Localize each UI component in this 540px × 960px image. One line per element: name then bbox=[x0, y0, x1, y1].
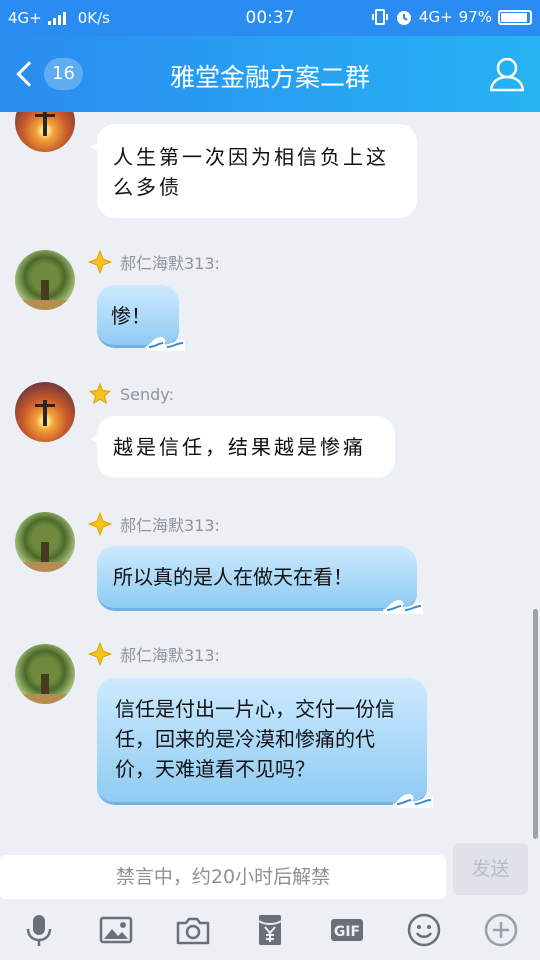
battery-icon bbox=[498, 9, 532, 25]
input-toolbar: GIF bbox=[0, 900, 540, 960]
sender-name: Sendy: bbox=[120, 384, 174, 404]
chat-scrollbar[interactable] bbox=[533, 609, 538, 839]
plus-circle-icon bbox=[485, 913, 518, 947]
avatar[interactable] bbox=[15, 250, 75, 310]
avatar[interactable] bbox=[15, 112, 75, 152]
avatar[interactable] bbox=[15, 644, 75, 704]
camera-button[interactable] bbox=[173, 910, 213, 950]
message-bubble[interactable]: 所以真的是人在做天在看！ bbox=[97, 546, 423, 614]
sender-name: 郝仁海默313: bbox=[120, 516, 220, 535]
image-icon bbox=[99, 916, 132, 944]
avatar[interactable] bbox=[15, 382, 75, 442]
message-input[interactable]: 禁言中，约20小时后解禁 bbox=[0, 855, 446, 899]
sender-row: 郝仁海默313: bbox=[88, 512, 220, 536]
more-button[interactable] bbox=[481, 910, 521, 950]
input-bar: 禁言中，约20小时后解禁 发送 bbox=[0, 843, 540, 900]
sender-name: 郝仁海默313: bbox=[120, 646, 220, 665]
vibrate-icon bbox=[371, 9, 388, 25]
avatar[interactable] bbox=[15, 512, 75, 572]
red-packet-button[interactable] bbox=[250, 910, 290, 950]
alarm-icon bbox=[396, 11, 411, 25]
gif-button[interactable]: GIF bbox=[327, 910, 367, 950]
wave-decoration-icon bbox=[383, 600, 423, 614]
smiley-icon bbox=[408, 913, 441, 947]
bubble-tail bbox=[90, 432, 106, 446]
member-star-icon bbox=[88, 250, 112, 274]
bubble-tail bbox=[90, 140, 106, 154]
message-bubble[interactable]: 信任是付出一片心，交付一份信任，回来的是冷漠和惨痛的代价，天难道看不见吗？ bbox=[97, 678, 433, 808]
image-button[interactable] bbox=[96, 910, 136, 950]
message-bubble[interactable]: 越是信任，结果越是惨痛 bbox=[90, 416, 395, 478]
chat-area[interactable]: 人生第一次因为相信负上这么多债 郝仁海默313: 惨！ Sendy: 越是信任，… bbox=[0, 112, 540, 852]
sender-row: Sendy: bbox=[88, 382, 174, 406]
message-text: 信任是付出一片心，交付一份信任，回来的是冷漠和惨痛的代价，天难道看不见吗？ bbox=[115, 697, 395, 781]
network-indicator-right: 4G+ bbox=[418, 8, 453, 26]
red-packet-icon bbox=[258, 915, 282, 945]
battery-percent: 97% bbox=[458, 8, 492, 26]
chat-title: 雅堂金融方案二群 bbox=[169, 63, 370, 92]
camera-icon bbox=[176, 917, 210, 945]
nav-bar: 16 雅堂金融方案二群 bbox=[0, 36, 540, 112]
wave-decoration-icon bbox=[393, 794, 433, 808]
message-bubble[interactable]: 人生第一次因为相信负上这么多债 bbox=[90, 124, 417, 218]
status-bar: 4G+ 0K/s 00:37 4G+ 97% bbox=[0, 0, 540, 36]
member-star-icon bbox=[88, 382, 112, 405]
sender-row: 郝仁海默313: bbox=[88, 250, 220, 274]
group-members-icon[interactable] bbox=[488, 56, 526, 92]
member-star-icon bbox=[88, 642, 112, 666]
microphone-icon bbox=[26, 915, 51, 946]
message-text: 越是信任，结果越是惨痛 bbox=[113, 435, 366, 459]
message-bubble[interactable]: 惨！ bbox=[97, 285, 185, 351]
sender-row: 郝仁海默313: bbox=[88, 642, 220, 666]
member-star-icon bbox=[88, 512, 112, 536]
emoji-button[interactable] bbox=[404, 910, 444, 950]
message-text: 人生第一次因为相信负上这么多债 bbox=[113, 145, 389, 199]
voice-button[interactable] bbox=[19, 910, 59, 950]
sender-name: 郝仁海默313: bbox=[120, 254, 220, 273]
gif-label: GIF bbox=[334, 924, 360, 940]
send-button[interactable]: 发送 bbox=[453, 843, 528, 895]
wave-decoration-icon bbox=[145, 337, 185, 351]
gif-icon: GIF bbox=[331, 919, 364, 941]
message-text: 所以真的是人在做天在看！ bbox=[113, 565, 353, 589]
